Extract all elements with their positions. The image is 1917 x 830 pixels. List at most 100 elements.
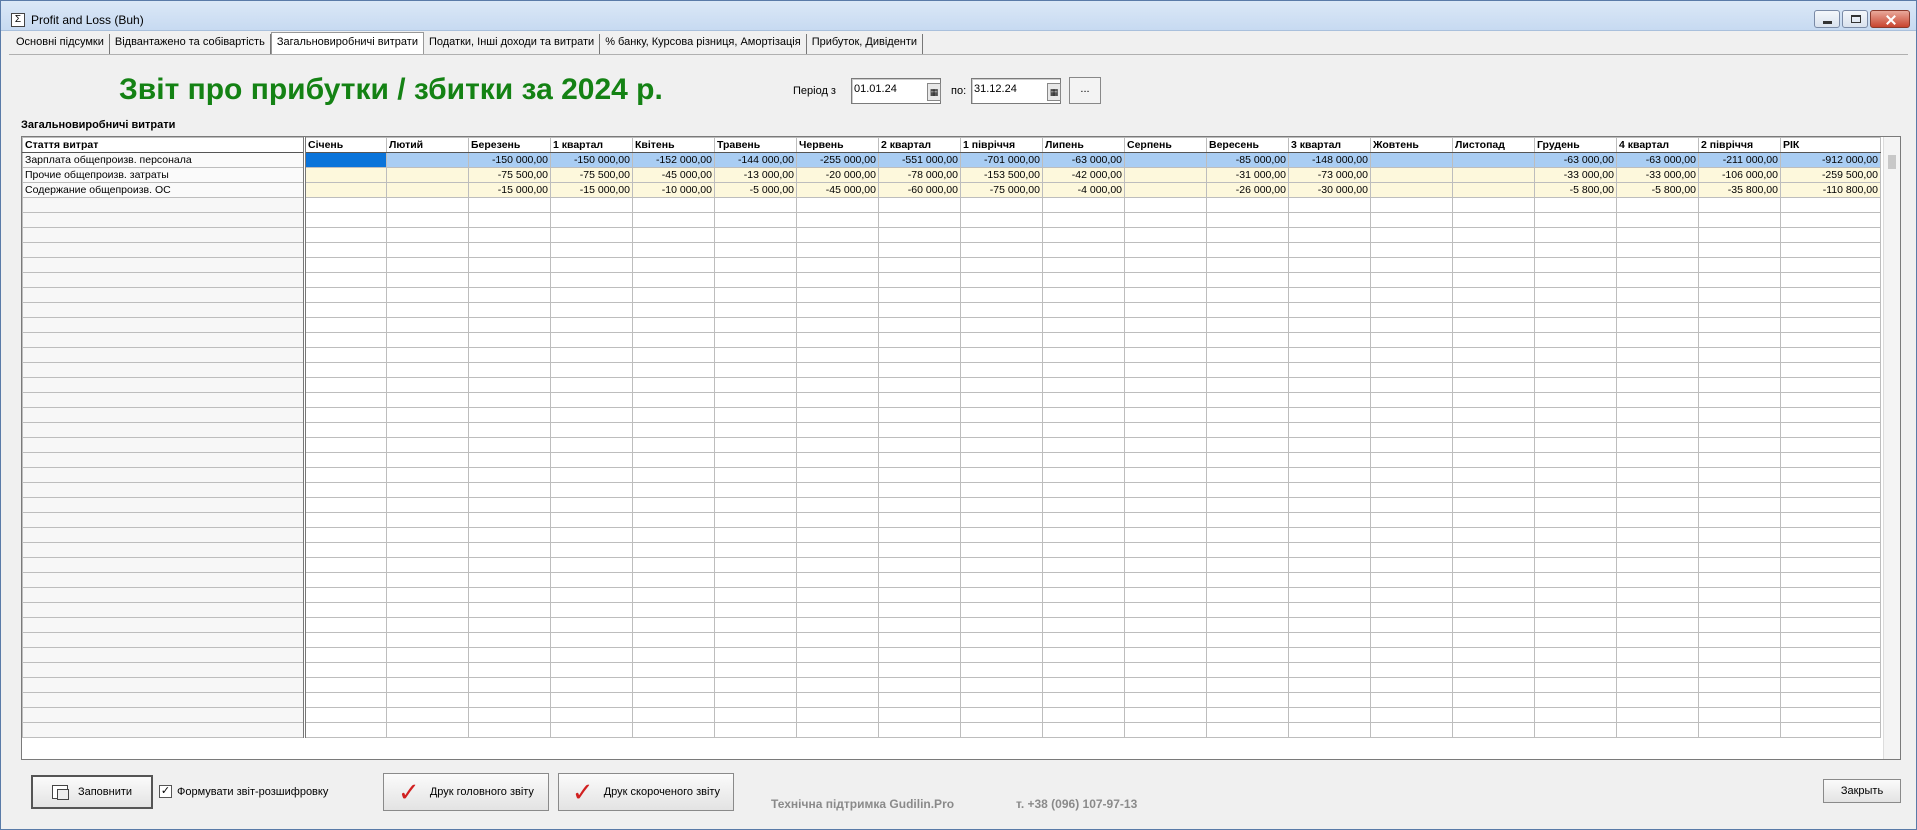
column-header[interactable]: Лютий	[386, 137, 469, 153]
value-cell[interactable]	[796, 272, 879, 288]
value-cell[interactable]: -4 000,00	[1042, 182, 1125, 198]
row-label-cell[interactable]: Содержание общепроизв. ОС	[22, 182, 305, 198]
value-cell[interactable]: -20 000,00	[796, 167, 879, 183]
value-cell[interactable]	[550, 287, 633, 303]
value-cell[interactable]	[1534, 662, 1617, 678]
value-cell[interactable]	[878, 227, 961, 243]
value-cell[interactable]	[1698, 362, 1781, 378]
value-cell[interactable]	[1370, 362, 1453, 378]
value-cell[interactable]	[632, 332, 715, 348]
table-row[interactable]: Содержание общепроизв. ОС -15 000,00 -15 0…	[22, 182, 1881, 198]
value-cell[interactable]	[1452, 557, 1535, 573]
row-label-cell[interactable]	[22, 317, 305, 333]
value-cell[interactable]	[303, 422, 387, 438]
column-header[interactable]: Травень	[714, 137, 797, 153]
value-cell[interactable]	[796, 347, 879, 363]
value-cell[interactable]: -30 000,00	[1288, 182, 1371, 198]
value-cell[interactable]	[1452, 587, 1535, 603]
value-cell[interactable]	[1288, 302, 1371, 318]
value-cell[interactable]	[1206, 392, 1289, 408]
value-cell[interactable]	[1780, 527, 1881, 543]
column-header[interactable]: 1 квартал	[550, 137, 633, 153]
value-cell[interactable]	[1698, 482, 1781, 498]
value-cell[interactable]	[1206, 197, 1289, 213]
value-cell[interactable]	[1780, 512, 1881, 528]
value-cell[interactable]	[796, 707, 879, 723]
value-cell[interactable]	[303, 242, 387, 258]
value-cell[interactable]	[550, 482, 633, 498]
value-cell[interactable]	[1616, 422, 1699, 438]
value-cell[interactable]	[1206, 497, 1289, 513]
column-header[interactable]: Серпень	[1124, 137, 1207, 153]
value-cell[interactable]	[714, 602, 797, 618]
value-cell[interactable]	[1534, 692, 1617, 708]
value-cell[interactable]	[878, 497, 961, 513]
value-cell[interactable]	[1124, 362, 1207, 378]
empty-row[interactable]	[22, 392, 1881, 408]
value-cell[interactable]	[1616, 692, 1699, 708]
value-cell[interactable]	[1534, 212, 1617, 228]
value-cell[interactable]	[1370, 692, 1453, 708]
value-cell[interactable]: -33 000,00	[1616, 167, 1699, 183]
row-label-cell[interactable]	[22, 257, 305, 273]
value-cell[interactable]	[960, 662, 1043, 678]
value-cell[interactable]	[1698, 692, 1781, 708]
value-cell[interactable]	[1698, 527, 1781, 543]
value-cell[interactable]	[303, 362, 387, 378]
value-cell[interactable]	[1452, 317, 1535, 333]
value-cell[interactable]	[1124, 407, 1207, 423]
value-cell[interactable]	[386, 167, 469, 183]
value-cell[interactable]	[1452, 482, 1535, 498]
value-cell[interactable]	[1780, 707, 1881, 723]
value-cell[interactable]	[1042, 257, 1125, 273]
value-cell[interactable]	[1780, 242, 1881, 258]
value-cell[interactable]	[386, 377, 469, 393]
row-label-cell[interactable]	[22, 302, 305, 318]
value-cell[interactable]	[386, 542, 469, 558]
value-cell[interactable]	[1042, 557, 1125, 573]
column-header[interactable]: Липень	[1042, 137, 1125, 153]
value-cell[interactable]	[1206, 437, 1289, 453]
value-cell[interactable]	[1124, 287, 1207, 303]
value-cell[interactable]	[1698, 422, 1781, 438]
value-cell[interactable]	[1370, 677, 1453, 693]
value-cell[interactable]	[468, 497, 551, 513]
row-label-cell[interactable]	[22, 377, 305, 393]
value-cell[interactable]	[796, 257, 879, 273]
value-cell[interactable]	[878, 602, 961, 618]
value-cell[interactable]	[1452, 242, 1535, 258]
value-cell[interactable]	[386, 647, 469, 663]
value-cell[interactable]	[550, 452, 633, 468]
value-cell[interactable]	[1124, 707, 1207, 723]
value-cell[interactable]	[1698, 227, 1781, 243]
value-cell[interactable]	[303, 602, 387, 618]
value-cell[interactable]	[468, 392, 551, 408]
value-cell[interactable]	[1042, 302, 1125, 318]
empty-row[interactable]	[22, 647, 1881, 663]
value-cell[interactable]	[303, 572, 387, 588]
value-cell[interactable]	[1042, 242, 1125, 258]
value-cell[interactable]	[1534, 287, 1617, 303]
value-cell[interactable]	[1206, 287, 1289, 303]
value-cell[interactable]	[796, 227, 879, 243]
row-label-cell[interactable]: Прочие общепроизв. затраты	[22, 167, 305, 183]
value-cell[interactable]	[714, 257, 797, 273]
value-cell[interactable]	[550, 527, 633, 543]
value-cell[interactable]	[468, 242, 551, 258]
value-cell[interactable]	[1370, 197, 1453, 213]
value-cell[interactable]	[303, 272, 387, 288]
value-cell[interactable]	[1288, 197, 1371, 213]
value-cell[interactable]	[468, 227, 551, 243]
value-cell[interactable]	[632, 347, 715, 363]
value-cell[interactable]	[960, 647, 1043, 663]
value-cell[interactable]	[1042, 392, 1125, 408]
value-cell[interactable]	[1370, 377, 1453, 393]
row-label-cell[interactable]	[22, 707, 305, 723]
value-cell[interactable]	[386, 302, 469, 318]
value-cell[interactable]	[468, 617, 551, 633]
row-label-cell[interactable]	[22, 617, 305, 633]
value-cell[interactable]	[1780, 407, 1881, 423]
value-cell[interactable]	[1370, 437, 1453, 453]
value-cell[interactable]	[468, 647, 551, 663]
value-cell[interactable]	[632, 392, 715, 408]
